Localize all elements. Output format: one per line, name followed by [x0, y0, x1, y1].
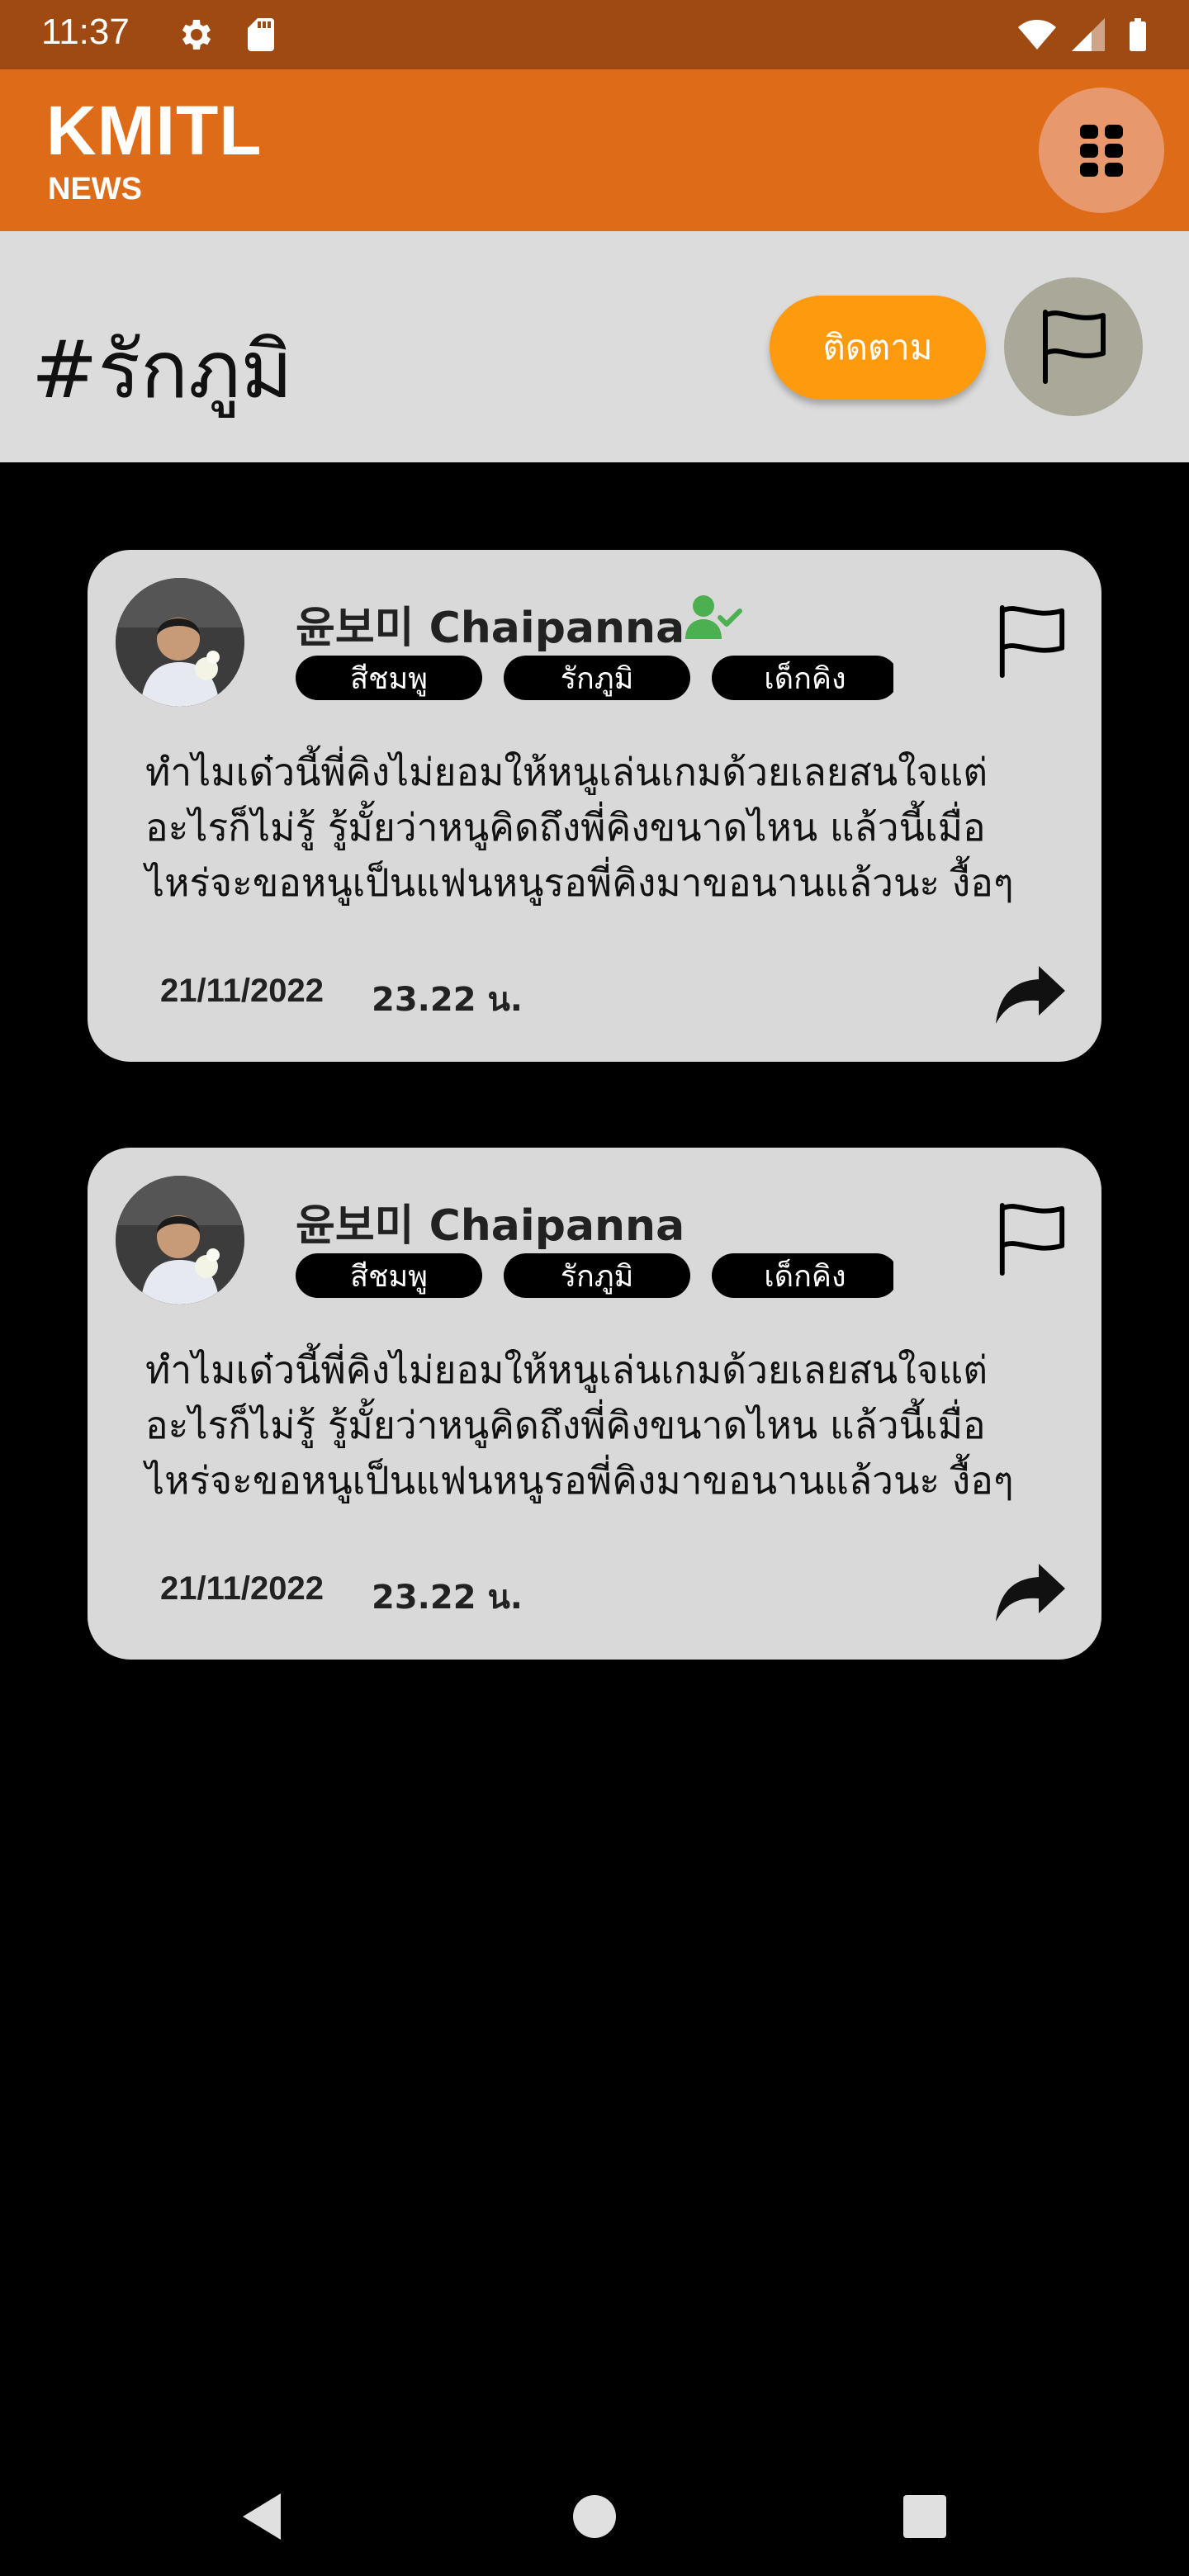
post-date: 21/11/2022 — [160, 973, 324, 1009]
app-subtitle: NEWS — [48, 172, 142, 206]
post-body-line: ทำไมเด๋วนี้พี่คิงไม่ยอมให้หนูเล่นเกมด้วย… — [145, 1347, 988, 1392]
tag-chip[interactable]: รักภูมิ — [504, 1253, 690, 1298]
tag-chip[interactable]: เด็กคิง — [712, 1253, 893, 1298]
post-card[interactable]: 윤보미 Chaipanna สีชมพู รักภูมิ เด็กคิง ทำไ… — [88, 550, 1101, 1062]
status-bar: 11:37 — [0, 0, 1189, 69]
post-body-line: ไหร่จะขอหนูเป็นแฟนหนูรอพี่คิงมาขอนานแล้ว… — [145, 860, 1014, 905]
author-name[interactable]: 윤보미 Chaipanna — [296, 593, 685, 655]
back-icon[interactable] — [231, 2484, 297, 2550]
post-body: ทำไมเด๋วนี้พี่คิงไม่ยอมให้หนูเล่นเกมด้วย… — [145, 745, 1062, 911]
avatar[interactable] — [116, 1176, 244, 1305]
flag-icon — [1043, 310, 1106, 384]
author-name[interactable]: 윤보미 Chaipanna — [296, 1191, 685, 1252]
report-flag-icon[interactable] — [994, 1202, 1068, 1276]
avatar[interactable] — [116, 578, 244, 707]
post-date: 21/11/2022 — [160, 1570, 324, 1607]
post-body-line: อะไรก็ไม่รู้ รู้มั้ยว่าหนูคิดถึงพี่คิงขน… — [145, 805, 986, 850]
report-flag-icon[interactable] — [994, 604, 1068, 679]
tag-list: สีชมพู รักภูมิ เด็กคิง — [296, 1253, 893, 1298]
post-body-line: ทำไมเด๋วนี้พี่คิงไม่ยอมให้หนูเล่นเกมด้วย… — [145, 750, 988, 794]
post-time: 23.22 น. — [372, 981, 523, 1019]
report-hashtag-button[interactable] — [1004, 277, 1143, 416]
post-time: 23.22 น. — [372, 1579, 523, 1617]
wifi-icon — [1018, 20, 1056, 50]
post-card[interactable]: 윤보미 Chaipanna สีชมพู รักภูมิ เด็กคิง ทำไ… — [88, 1148, 1101, 1660]
sd-card-icon — [248, 18, 274, 51]
post-body-line: อะไรก็ไม่รู้ รู้มั้ยว่าหนูคิดถึงพี่คิงขน… — [145, 1403, 986, 1447]
share-icon[interactable] — [994, 963, 1067, 1027]
tag-chip[interactable]: เด็กคิง — [712, 656, 893, 700]
signal-icon — [1072, 18, 1105, 51]
post-body: ทำไมเด๋วนี้พี่คิงไม่ยอมให้หนูเล่นเกมด้วย… — [145, 1342, 1062, 1508]
app-title: KMITL — [46, 92, 263, 169]
share-icon[interactable] — [994, 1560, 1067, 1625]
tag-chip[interactable]: รักภูมิ — [504, 656, 690, 700]
app-bar: KMITL NEWS — [0, 69, 1189, 231]
hashtag-title: #รักภูมิ — [31, 324, 293, 416]
tag-chip[interactable]: สีชมพู — [296, 656, 482, 700]
follow-button[interactable]: ติดตาม — [770, 296, 986, 400]
home-icon[interactable] — [561, 2484, 628, 2550]
grid-menu-icon — [1080, 125, 1123, 177]
menu-button[interactable] — [1039, 88, 1164, 213]
tag-list: สีชมพู รักภูมิ เด็กคิง — [296, 656, 893, 700]
system-nav-bar — [0, 2457, 1189, 2576]
battery-icon — [1130, 18, 1146, 51]
recents-icon[interactable] — [892, 2484, 958, 2550]
post-body-line: ไหร่จะขอหนูเป็นแฟนหนูรอพี่คิงมาขอนานแล้ว… — [145, 1458, 1014, 1503]
status-time: 11:37 — [41, 12, 130, 52]
settings-icon — [182, 20, 211, 50]
tag-chip[interactable]: สีชมพู — [296, 1253, 482, 1298]
verified-user-icon — [685, 595, 742, 639]
